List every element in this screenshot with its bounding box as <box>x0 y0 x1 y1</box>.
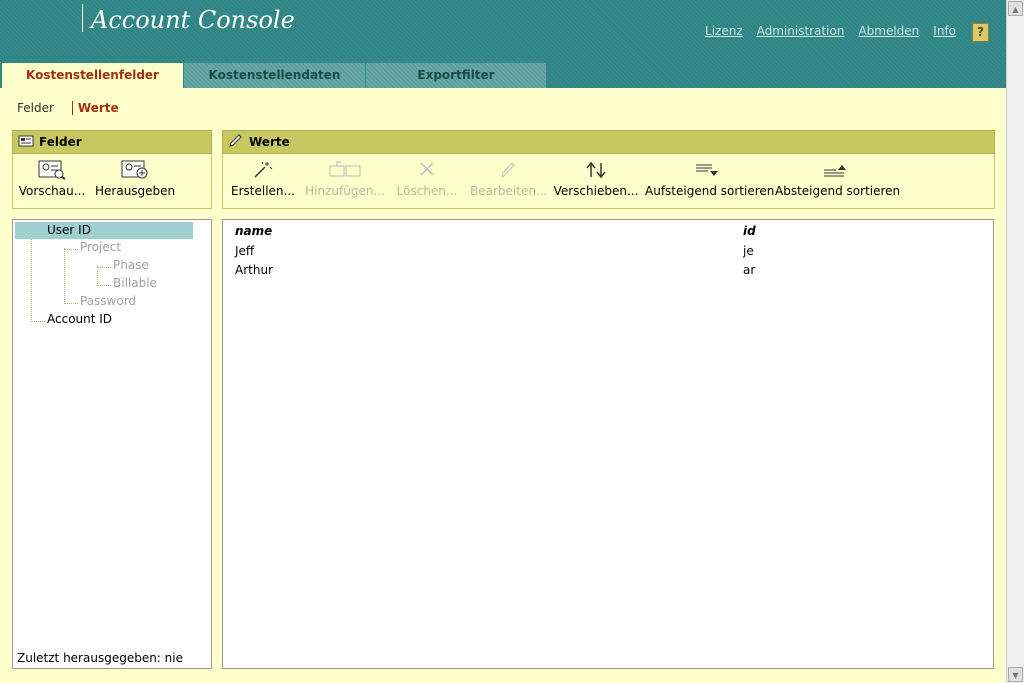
tree-node-billable[interactable]: Billable <box>113 276 157 290</box>
tree-connector <box>64 249 78 250</box>
preview-button[interactable]: Vorschau... <box>17 154 87 208</box>
tab-exportfilter[interactable]: Exportfilter <box>366 63 546 88</box>
tree-node-account-id[interactable]: Account ID <box>47 312 112 326</box>
scroll-up-icon[interactable]: ▲ <box>1008 1 1023 16</box>
help-icon[interactable]: ? <box>972 23 989 42</box>
column-header-id[interactable]: id <box>743 224 756 238</box>
cell-name: Arthur <box>235 263 273 277</box>
move-button[interactable]: Verschieben... <box>553 154 639 208</box>
field-tree: User ID Project Phase Billable Password … <box>12 219 212 669</box>
felder-panel-title: Felder <box>39 135 82 149</box>
sort-ascending-icon <box>645 160 769 184</box>
sort-ascending-button[interactable]: Aufsteigend sortieren <box>645 154 774 208</box>
sort-descending-icon <box>775 160 895 184</box>
create-button[interactable]: Erstellen... <box>228 154 298 208</box>
add-button[interactable]: Hinzufügen... <box>305 154 385 208</box>
cell-id: je <box>743 244 754 258</box>
tree-node-password[interactable]: Password <box>80 294 136 308</box>
delete-label: Löschen... <box>396 184 458 198</box>
last-published-status: Zuletzt herausgegeben: nie <box>17 651 183 665</box>
sub-navigation: Felder Werte <box>17 101 119 115</box>
werte-toolbar: Erstellen... Hinzufügen... Löschen... Be… <box>222 154 995 209</box>
vertical-scrollbar[interactable]: ▲ ▼ <box>1006 0 1024 683</box>
sort-descending-label: Absteigend sortieren <box>775 184 901 198</box>
tab-kostenstellenfelder[interactable]: Kostenstellenfelder <box>2 63 183 88</box>
add-icon <box>305 160 385 184</box>
tree-connector <box>97 266 98 286</box>
values-table: name id Jeff je Arthur ar <box>222 219 994 669</box>
preview-label: Vorschau... <box>18 184 86 198</box>
tree-node-project[interactable]: Project <box>80 240 121 254</box>
felder-panel-header: Felder <box>12 130 212 154</box>
publish-button[interactable]: Herausgeben <box>95 154 175 208</box>
app-title: Account Console <box>91 6 295 34</box>
main-tabs: Kostenstellenfelder Kostenstellendaten E… <box>2 63 547 88</box>
cell-name: Jeff <box>235 244 255 258</box>
delete-icon <box>395 160 459 184</box>
tab-kostenstellendaten[interactable]: Kostenstellendaten <box>184 63 365 88</box>
fields-icon <box>13 135 39 150</box>
top-links: Lizenz Administration Abmelden Info <box>705 24 956 38</box>
felder-toolbar: Vorschau... Herausgeben <box>12 154 212 209</box>
info-link[interactable]: Info <box>933 24 956 38</box>
logout-link[interactable]: Abmelden <box>858 24 919 38</box>
create-label: Erstellen... <box>231 184 295 198</box>
werte-panel-header: Werte <box>222 130 995 154</box>
tree-connector <box>31 230 32 322</box>
publish-label: Herausgeben <box>95 184 176 198</box>
sort-ascending-label: Aufsteigend sortieren <box>645 184 775 198</box>
edit-label: Bearbeiten... <box>470 184 548 198</box>
create-icon <box>228 160 298 184</box>
scroll-down-icon[interactable]: ▼ <box>1008 667 1023 682</box>
title-divider <box>82 4 83 32</box>
column-header-name[interactable]: name <box>235 224 272 238</box>
tree-node-phase[interactable]: Phase <box>113 258 149 272</box>
tree-connector <box>97 285 111 286</box>
move-label: Verschieben... <box>553 184 639 198</box>
subnav-felder[interactable]: Felder <box>17 101 54 115</box>
tree-connector <box>31 321 45 322</box>
tree-node-user-id[interactable]: User ID <box>15 222 193 239</box>
edit-icon <box>470 160 546 184</box>
publish-icon <box>95 160 175 184</box>
werte-panel-title: Werte <box>249 135 290 149</box>
add-label: Hinzufügen... <box>305 184 385 198</box>
tree-connector <box>97 267 111 268</box>
sort-descending-button[interactable]: Absteigend sortieren <box>775 154 900 208</box>
administration-link[interactable]: Administration <box>757 24 845 38</box>
edit-button[interactable]: Bearbeiten... <box>470 154 548 208</box>
tree-connector <box>64 248 65 304</box>
cell-id: ar <box>743 263 756 277</box>
preview-icon <box>17 160 87 184</box>
delete-button[interactable]: Löschen... <box>395 154 459 208</box>
tree-connector <box>64 303 78 304</box>
license-link[interactable]: Lizenz <box>705 24 743 38</box>
subnav-werte[interactable]: Werte <box>71 101 119 115</box>
move-icon <box>553 160 639 184</box>
pencil-icon <box>223 133 249 151</box>
